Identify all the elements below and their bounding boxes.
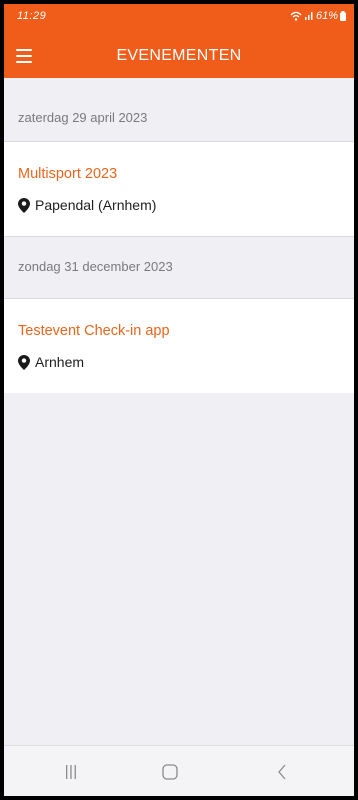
- date-header: zaterdag 29 april 2023: [4, 78, 354, 142]
- wifi-icon: [290, 11, 302, 21]
- home-icon[interactable]: [162, 764, 178, 780]
- status-indicators: 61%: [290, 10, 346, 22]
- status-bar: 11:29 61%: [4, 4, 354, 34]
- map-pin-icon: [18, 354, 30, 370]
- event-list: zaterdag 29 april 2023 Multisport 2023 P…: [4, 78, 354, 393]
- location-label: Arnhem: [35, 354, 85, 370]
- event-card-testevent[interactable]: Testevent Check-in app Arnhem: [4, 299, 354, 393]
- phone-screen: 11:29 61% EVENEMENTEN zaterdag 29 april …: [4, 4, 354, 796]
- location-label: Papendal (Arnhem): [35, 197, 157, 213]
- event-card-multisport[interactable]: Multisport 2023 Papendal (Arnhem): [4, 142, 354, 236]
- back-icon[interactable]: [277, 764, 287, 780]
- event-title: Testevent Check-in app: [18, 323, 170, 339]
- date-header: zondag 31 december 2023: [4, 236, 354, 299]
- map-pin-icon: [18, 197, 30, 213]
- event-title: Multisport 2023: [18, 166, 118, 182]
- status-time: 11:29: [17, 10, 47, 22]
- battery-percentage: 61%: [315, 10, 338, 22]
- event-location: Papendal (Arnhem): [18, 197, 354, 213]
- app-bar: EVENEMENTEN: [4, 34, 354, 78]
- event-location: Arnhem: [18, 354, 354, 370]
- page-title: EVENEMENTEN: [116, 47, 242, 64]
- signal-icon: [304, 12, 313, 20]
- system-navigation-bar: [4, 745, 354, 796]
- battery-icon: [340, 11, 346, 21]
- recent-apps-icon[interactable]: [64, 765, 78, 779]
